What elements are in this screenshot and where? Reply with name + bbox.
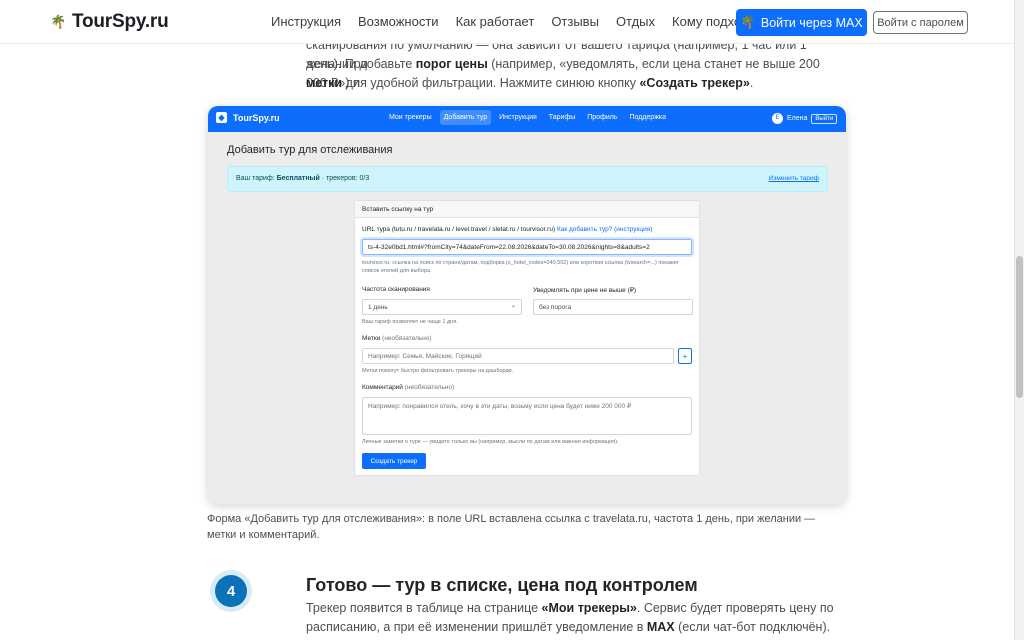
nav-link-features[interactable]: Возможности [358,14,439,29]
nav-link-vacation[interactable]: Отдых [616,14,655,29]
site-logo[interactable]: 🌴 TourSpy.ru [50,11,169,33]
frequency-label: Частота сканирования [362,286,430,293]
app-nav-support: Поддержка [629,114,666,121]
app-page-title: Добавить тур для отслеживания [227,144,393,156]
tariff-alert: Ваш тариф: Бесплатный · трекеров: 0/3 Из… [227,166,828,192]
nav-link-instruction[interactable]: Инструкция [271,14,341,29]
frequency-select: 1 день ⌄ [362,299,522,315]
create-tracker-button: Создать трекер [362,453,426,469]
step-number-badge: 4 [215,575,247,607]
app-logo-icon: ◆ [216,112,227,123]
login-password-button[interactable]: Войти с паролем [873,11,968,34]
form-header: Вставить ссылку на тур [355,201,699,218]
palm-tree-icon: 🌴 [740,15,756,29]
chevron-down-icon: ⌄ [510,303,516,309]
url-hint: tourvisor.ru: ссылка на поиск по стране/… [362,260,680,274]
url-input: ts-4-32e0bd1.html#?fromCity=74&dateFrom=… [362,239,692,255]
threshold-input: без порога [533,299,693,315]
avatar: Е [772,113,783,124]
threshold-label: Уведомлять при цене не выше (₽) [533,287,637,294]
app-logout: Выйти [811,113,838,124]
app-logo-text: TourSpy.ru [233,112,280,123]
change-tariff-link: Изменить тариф [768,175,819,182]
nav-link-how-it-works[interactable]: Как работает [456,14,535,29]
app-nav-add-tour: Добавить тур [439,110,492,125]
figure-caption: Форма «Добавить тур для отслеживания»: в… [207,513,816,541]
comment-hint: Личные заметки о туре — увидите только в… [362,439,619,445]
comment-textarea: Например: понравился отель, хочу в эти д… [362,397,692,435]
step-title: Готово — тур в списке, цена под контроле… [306,575,698,595]
app-user: Е Елена Выйти [772,113,838,124]
tags-input: Например: Семья, Майские, Горящий [362,348,674,364]
tags-hint: Метки помогут быстро фильтровать трекеры… [362,368,514,374]
scrollbar-thumb[interactable] [1016,256,1023,398]
main-nav: Инструкция Возможности Как работает Отзы… [271,14,779,29]
nav-link-reviews[interactable]: Отзывы [551,14,599,29]
app-nav-tariffs: Тарифы [548,114,576,121]
app-navbar: ◆ TourSpy.ru Мои трекеры Добавить тур Ин… [208,106,846,132]
page-scrollbar[interactable] [1014,0,1024,640]
login-max-button[interactable]: 🌴 Войти через MAX [736,9,867,36]
app-logo: ◆ TourSpy.ru [216,112,280,123]
intro-line-3: метки для удобной фильтрации. Нажмите си… [306,76,754,90]
user-name: Елена [787,115,808,122]
tags-label: Метки (необязательно) [362,335,432,342]
app-nav: Мои трекеры Добавить тур Инструкция Тари… [385,110,670,125]
frequency-hint: Ваш тариф позволяет не чаще 1 дня. [362,319,458,325]
add-tag-button: + [678,348,692,364]
step-line-1: Трекер появится в таблице на странице «М… [306,601,834,615]
app-nav-profile: Профиль [587,114,618,121]
logo-text: TourSpy.ru [72,11,169,32]
site-header: 🌴 TourSpy.ru Инструкция Возможности Как … [0,0,1014,44]
app-nav-my-trackers: Мои трекеры [389,114,432,121]
step-line-2: расписанию, а при её изменении пришлёт у… [306,620,831,640]
login-max-label: Войти через MAX [760,15,863,30]
palm-tree-icon: 🌴 [50,14,67,29]
add-tour-form: Вставить ссылку на тур URL тура (tutu.ru… [354,200,700,476]
comment-label: Комментарий (необязательно) [362,384,455,391]
url-label: URL тура (tutu.ru / travelata.ru / level… [362,226,653,233]
tariff-text: Ваш тариф: Бесплатный · трекеров: 0/3 [236,175,370,182]
screenshot-figure: ◆ TourSpy.ru Мои трекеры Добавить тур Ин… [208,106,846,504]
app-nav-instruction: Инструкция [499,114,537,121]
